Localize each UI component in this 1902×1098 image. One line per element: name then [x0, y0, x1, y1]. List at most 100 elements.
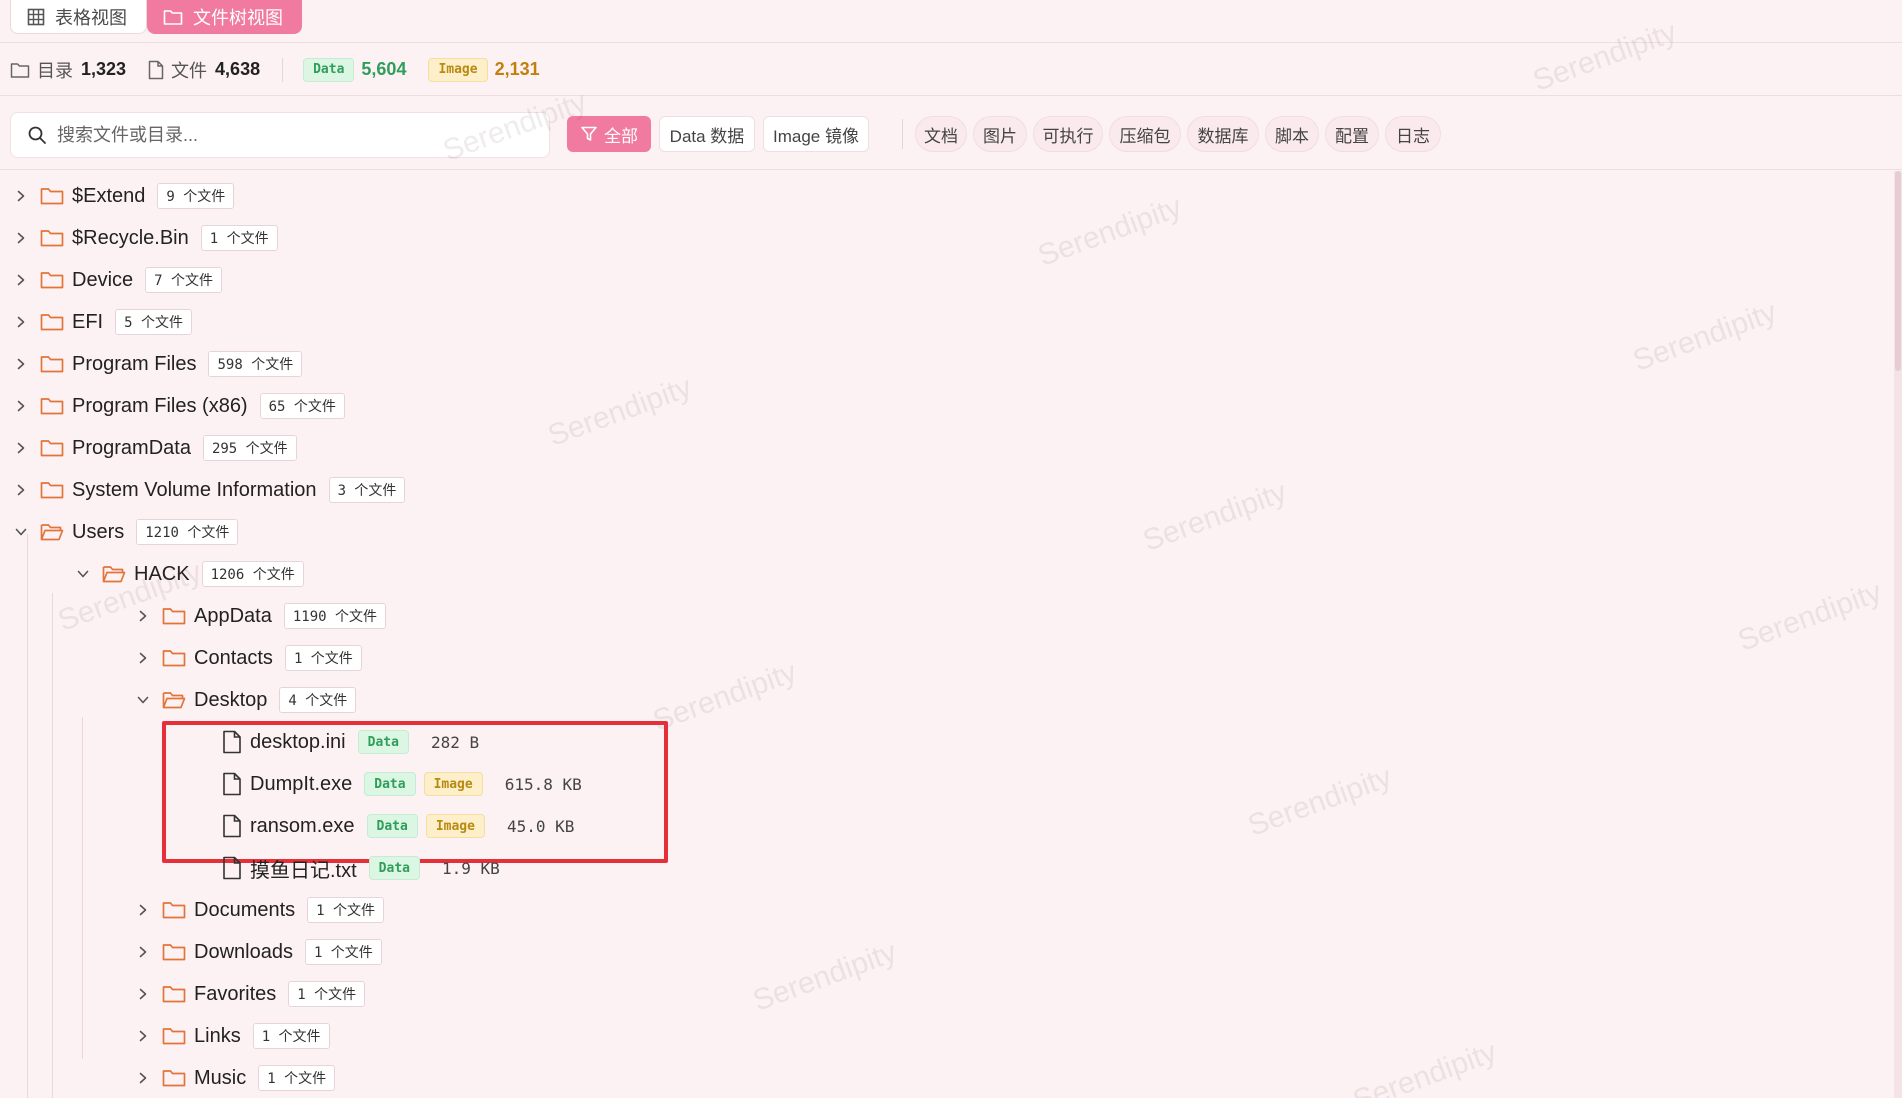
folder-icon: [40, 272, 64, 289]
file-count: 4,638: [215, 59, 261, 79]
tab-table-view[interactable]: 表格视图: [10, 0, 147, 34]
tree-folder-downloads[interactable]: Downloads 1 个文件: [132, 931, 382, 973]
chevron-right-icon: [17, 190, 25, 202]
tree-folder-desktop[interactable]: Desktop 4 个文件: [132, 679, 357, 721]
file-size: 1.9 KB: [441, 858, 500, 878]
filter-data-button[interactable]: Data 数据: [659, 116, 755, 152]
folder-name: Favorites: [194, 982, 277, 1005]
expand-toggle[interactable]: [10, 399, 32, 413]
chevron-down-icon: [77, 570, 89, 578]
chevron-right-icon: [17, 442, 25, 454]
tree-folder-favorites[interactable]: Favorites 1 个文件: [132, 973, 366, 1015]
tree-folder--extend[interactable]: $Extend 9 个文件: [10, 175, 235, 217]
filter-image-button[interactable]: Image 镜像: [763, 116, 869, 152]
tree-file[interactable]: DumpIt.exe Data Image 615.8 KB: [222, 763, 582, 805]
chevron-right-icon: [17, 484, 25, 496]
search-box[interactable]: [10, 112, 550, 158]
expand-toggle[interactable]: [132, 1071, 154, 1085]
expand-toggle[interactable]: [132, 609, 154, 623]
category-chip-archives[interactable]: 压缩包: [1109, 116, 1181, 152]
folder-icon: [162, 902, 186, 919]
expand-toggle[interactable]: [10, 273, 32, 287]
tab-file-tree-view[interactable]: 文件树视图: [147, 0, 302, 34]
expand-toggle[interactable]: [132, 945, 154, 959]
category-chip-scripts[interactable]: 脚本: [1265, 116, 1319, 152]
category-chip-config[interactable]: 配置: [1325, 116, 1379, 152]
filter-bar: 全部 Data 数据 Image 镜像 文档 图片 可执行 压缩包 数据库 脚本…: [0, 97, 1902, 170]
tree-folder-links[interactable]: Links 1 个文件: [132, 1015, 330, 1057]
file-count-badge: 9 个文件: [157, 183, 235, 209]
category-chip-images[interactable]: 图片: [973, 116, 1027, 152]
tree-folder-efi[interactable]: EFI 5 个文件: [10, 301, 192, 343]
tree-folder-system-volume-information[interactable]: System Volume Information 3 个文件: [10, 469, 406, 511]
tree-folder-programdata[interactable]: ProgramData 295 个文件: [10, 427, 297, 469]
chevron-right-icon: [139, 1030, 147, 1042]
search-icon: [28, 126, 46, 144]
category-chip-docs[interactable]: 文档: [915, 116, 967, 152]
category-chip-label: 数据库: [1197, 126, 1249, 146]
filter-divider: [902, 119, 903, 149]
file-name: desktop.ini: [250, 730, 346, 753]
tree-folder--recycle-bin[interactable]: $Recycle.Bin 1 个文件: [10, 217, 278, 259]
folder-icon: [40, 398, 64, 415]
expand-toggle[interactable]: [132, 903, 154, 917]
folder-icon-wrap: [162, 984, 186, 1004]
expand-toggle[interactable]: [10, 525, 32, 539]
scroll-thumb[interactable]: [1895, 171, 1901, 371]
chevron-right-icon: [17, 274, 25, 286]
category-chip-executables[interactable]: 可执行: [1033, 116, 1103, 152]
folder-icon-wrap: [40, 480, 64, 500]
tree-folder-documents[interactable]: Documents 1 个文件: [132, 889, 385, 931]
folder-icon-wrap: [162, 690, 186, 710]
category-chip-label: 可执行: [1042, 126, 1094, 146]
tree-folder-program-files-x86-[interactable]: Program Files (x86) 65 个文件: [10, 385, 345, 427]
category-chip-logs[interactable]: 日志: [1385, 116, 1441, 152]
chevron-right-icon: [139, 652, 147, 664]
tree-folder-appdata[interactable]: AppData 1190 个文件: [132, 595, 386, 637]
expand-toggle[interactable]: [132, 651, 154, 665]
expand-toggle[interactable]: [132, 987, 154, 1001]
file-count-badge: 1 个文件: [200, 225, 278, 251]
folder-icon: [162, 944, 186, 961]
chevron-right-icon: [139, 988, 147, 1000]
folder-icon: [40, 230, 64, 247]
expand-toggle[interactable]: [132, 1029, 154, 1043]
tree-folder-music[interactable]: Music 1 个文件: [132, 1057, 336, 1098]
data-tag: Data: [368, 856, 420, 880]
folder-icon: [163, 10, 183, 25]
folder-name: EFI: [72, 310, 104, 333]
scrollbar[interactable]: [1894, 171, 1902, 1098]
file-count-badge: 1190 个文件: [283, 603, 386, 629]
expand-toggle[interactable]: [10, 357, 32, 371]
chevron-right-icon: [139, 946, 147, 958]
dir-label: 目录: [37, 60, 73, 81]
tree-folder-program-files[interactable]: Program Files 598 个文件: [10, 343, 303, 385]
filter-icon: [581, 126, 597, 141]
category-chip-databases[interactable]: 数据库: [1187, 116, 1259, 152]
tree-file[interactable]: desktop.ini Data 282 B: [222, 721, 479, 763]
expand-toggle[interactable]: [10, 441, 32, 455]
expand-toggle[interactable]: [10, 483, 32, 497]
tree-folder-device[interactable]: Device 7 个文件: [10, 259, 222, 301]
search-input[interactable]: [57, 124, 517, 146]
folder-name: Links: [194, 1024, 241, 1047]
tree-file[interactable]: ransom.exe Data Image 45.0 KB: [222, 805, 574, 847]
expand-toggle[interactable]: [10, 315, 32, 329]
expand-toggle[interactable]: [72, 567, 94, 581]
stats-bar: 目录 1,323 文件 4,638 Data 5,604 Image 2,131: [0, 44, 1902, 96]
tree-folder-contacts[interactable]: Contacts 1 个文件: [132, 637, 362, 679]
folder-name: Program Files (x86): [72, 394, 248, 417]
expand-toggle[interactable]: [10, 231, 32, 245]
expand-toggle[interactable]: [132, 693, 154, 707]
tree-folder-hack[interactable]: HACK 1206 个文件: [72, 553, 304, 595]
folder-name: Music: [194, 1066, 247, 1089]
file-icon-wrap: [222, 814, 242, 838]
tree-folder-users[interactable]: Users 1210 个文件: [10, 511, 239, 553]
expand-toggle[interactable]: [10, 189, 32, 203]
folder-name: Users: [72, 520, 125, 543]
folder-name: Device: [72, 268, 134, 291]
tree-file[interactable]: 摸鱼日记.txt Data 1.9 KB: [222, 847, 500, 889]
filter-all-button[interactable]: 全部: [567, 116, 651, 152]
image-count: 2,131: [494, 59, 540, 79]
folder-open-icon: [40, 524, 64, 541]
